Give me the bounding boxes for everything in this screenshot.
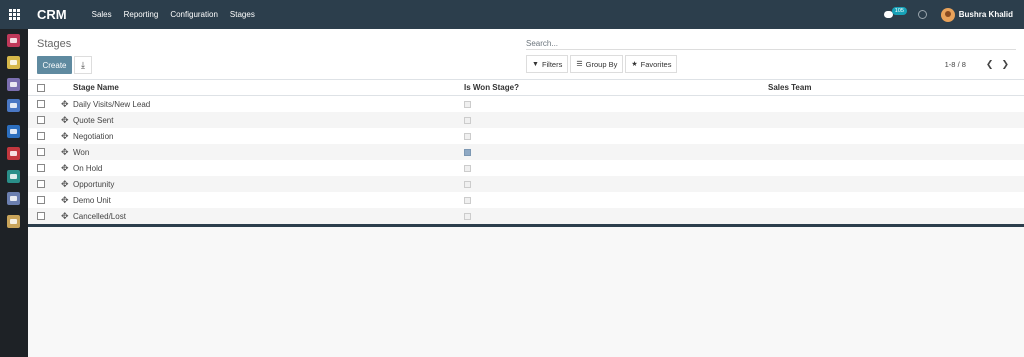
search-docs-icon[interactable] [7,192,20,205]
control-panel: Stages Create ⤓ ▼ Filters ☰ Group By ★ F… [28,29,1024,80]
star-icon: ★ [631,61,638,68]
menu-item-reporting[interactable]: Reporting [124,10,159,19]
discuss-icon[interactable] [7,34,20,47]
stage-name: Demo Unit [73,195,111,205]
is-won-checkbox [464,212,471,220]
app-brand[interactable]: CRM [37,7,67,22]
create-button[interactable]: Create [37,56,72,74]
avatar[interactable] [940,7,955,22]
drag-handle-icon[interactable]: ✥ [61,211,69,222]
row-checkbox[interactable] [37,212,45,220]
filter-bar: ▼ Filters ☰ Group By ★ Favorites [526,55,678,73]
table-row[interactable]: ✥ Opportunity [28,176,1024,192]
groupby-label: Group By [585,59,618,69]
apps-menu-button[interactable] [0,0,28,29]
menu-item-configuration[interactable]: Configuration [170,10,218,19]
filter-icon: ▼ [532,60,539,68]
pager-value[interactable]: 1-8 / 8 [945,60,966,69]
empty-content-area [28,227,1024,357]
grid-icon [8,9,20,20]
stage-name: On Hold [73,163,103,173]
crm-icon[interactable] [7,125,20,138]
is-won-checkbox [464,180,471,188]
row-checkbox[interactable] [37,148,45,156]
filters-label: Filters [541,59,563,69]
is-won-checkbox [464,116,471,124]
messaging-button[interactable]: 105 [883,6,907,22]
pager: 1-8 / 8 ❮ ❯ [945,59,1009,70]
drag-handle-icon[interactable]: ✥ [61,179,69,190]
row-checkbox[interactable] [37,164,45,172]
page-title[interactable]: Stages [37,38,71,50]
is-won-checkbox [464,100,471,108]
menu-item-sales[interactable]: Sales [92,10,112,19]
table-row[interactable]: ✥ Cancelled/Lost [28,208,1024,224]
expenses-icon[interactable] [7,215,20,228]
drag-handle-icon[interactable]: ✥ [61,163,69,174]
row-checkbox[interactable] [37,116,45,124]
row-checkbox[interactable] [37,100,45,108]
app-sidebar [0,29,28,357]
row-checkbox[interactable] [37,132,45,140]
list-header: Stage Name Is Won Stage? Sales Team [28,80,1024,96]
stage-name: Opportunity [73,179,115,189]
timesheet-icon[interactable] [7,147,20,160]
stage-name: Negotiation [73,131,114,141]
table-row[interactable]: ✥ Quote Sent [28,112,1024,128]
table-row[interactable]: ✥ On Hold [28,160,1024,176]
select-all-checkbox[interactable] [37,83,45,92]
pager-previous-icon[interactable]: ❮ [986,59,994,70]
table-row[interactable]: ✥ Won [28,144,1024,160]
column-sales-team[interactable]: Sales Team [768,83,811,92]
stage-name: Won [73,147,90,157]
settings-icon[interactable] [7,99,20,112]
drag-handle-icon[interactable]: ✥ [61,115,69,126]
is-won-checkbox [464,132,471,140]
drag-handle-icon[interactable]: ✥ [61,147,69,158]
activity-clock-icon[interactable] [917,10,927,19]
is-won-checkbox [464,164,471,172]
menu-item-stages[interactable]: Stages [230,10,255,19]
filters-button[interactable]: ▼ Filters [526,55,569,73]
pager-next-icon[interactable]: ❯ [1001,59,1009,70]
column-is-won[interactable]: Is Won Stage? [464,83,519,92]
notes-icon[interactable] [7,56,20,69]
employees-icon[interactable] [7,170,20,183]
drag-handle-icon[interactable]: ✥ [61,99,69,110]
is-won-checkbox [464,148,471,156]
drag-handle-icon[interactable]: ✥ [61,131,69,142]
list-icon: ☰ [576,61,583,68]
stage-name: Quote Sent [73,115,114,125]
top-navbar: CRM Sales Reporting Configuration Stages… [0,0,1024,29]
stages-list: Stage Name Is Won Stage? Sales Team ✥ Da… [28,80,1024,224]
main-menu: Sales Reporting Configuration Stages [92,10,267,19]
table-row[interactable]: ✥ Daily Visits/New Lead [28,96,1024,112]
stage-name: Daily Visits/New Lead [73,99,151,109]
contacts-icon[interactable] [7,78,20,91]
user-name[interactable]: Bushra Khalid [959,10,1013,19]
table-row[interactable]: ✥ Negotiation [28,128,1024,144]
search-input[interactable] [526,37,1016,50]
groupby-button[interactable]: ☰ Group By [570,55,624,73]
systray: 105 Bushra Khalid [883,0,1024,29]
table-row[interactable]: ✥ Demo Unit [28,192,1024,208]
favorites-button[interactable]: ★ Favorites [625,55,678,73]
column-stage-name[interactable]: Stage Name [73,83,119,92]
row-checkbox[interactable] [37,196,45,204]
drag-handle-icon[interactable]: ✥ [61,195,69,206]
favorites-label: Favorites [640,59,672,69]
messages-badge: 105 [891,6,907,15]
stage-name: Cancelled/Lost [73,211,126,221]
download-icon: ⤓ [81,59,85,70]
export-button[interactable]: ⤓ [74,56,92,74]
row-checkbox[interactable] [37,180,45,188]
is-won-checkbox [464,196,471,204]
